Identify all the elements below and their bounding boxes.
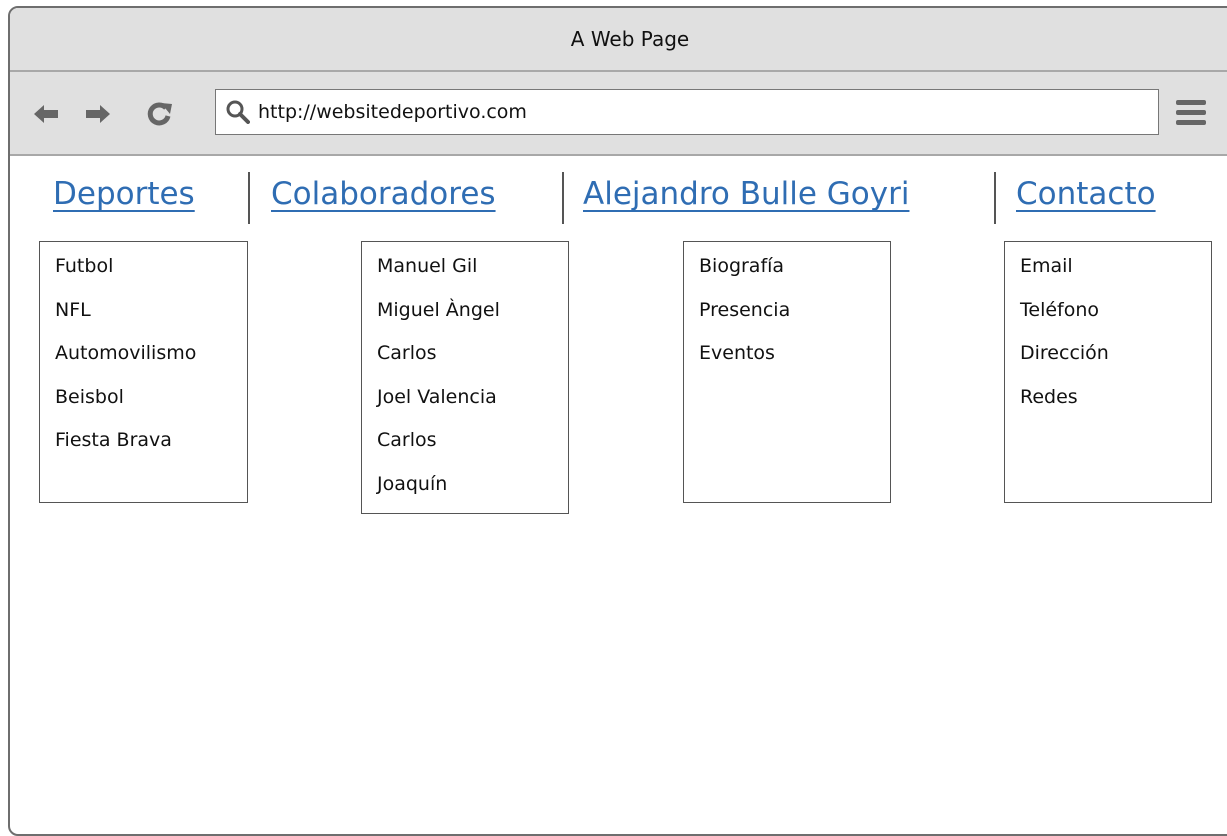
address-bar[interactable]: http://websitedeportivo.com	[215, 89, 1159, 135]
submenu-item-direccion[interactable]: Dirección	[1020, 336, 1211, 380]
url-text: http://websitedeportivo.com	[258, 101, 527, 123]
submenu-item-email[interactable]: Email	[1020, 249, 1211, 293]
browser-window: A Web Page http://websitedeportivo.com D…	[8, 6, 1227, 836]
arrow-right-icon[interactable]	[84, 101, 112, 127]
search-icon	[226, 100, 250, 124]
submenu-item-automovilismo[interactable]: Automovilismo	[55, 336, 247, 380]
submenu-item-biografia[interactable]: Biografía	[699, 249, 890, 293]
submenu-item-joaquin[interactable]: Joaquín	[377, 467, 568, 511]
nav-link-contacto[interactable]: Contacto	[1016, 176, 1156, 212]
window-title: A Web Page	[570, 27, 690, 51]
hamburger-menu-icon[interactable]	[1174, 97, 1208, 129]
submenu-deportes: Futbol NFL Automovilismo Beisbol Fiesta …	[39, 241, 248, 503]
submenu-item-beisbol[interactable]: Beisbol	[55, 380, 247, 424]
nav-separator	[994, 172, 996, 224]
arrow-left-icon[interactable]	[32, 101, 60, 127]
submenu-item-eventos[interactable]: Eventos	[699, 336, 890, 380]
submenu-contacto: Email Teléfono Dirección Redes	[1004, 241, 1212, 503]
nav-separator	[562, 172, 564, 224]
nav-link-colaboradores[interactable]: Colaboradores	[271, 176, 496, 212]
submenu-item-joel-valencia[interactable]: Joel Valencia	[377, 380, 568, 424]
submenu-item-nfl[interactable]: NFL	[55, 293, 247, 337]
submenu-item-telefono[interactable]: Teléfono	[1020, 293, 1211, 337]
submenu-item-carlos-2[interactable]: Carlos	[377, 423, 568, 467]
nav-link-alejandro-bulle-goyri[interactable]: Alejandro Bulle Goyri	[583, 176, 909, 212]
submenu-item-futbol[interactable]: Futbol	[55, 249, 247, 293]
nav-separator	[248, 172, 250, 224]
submenu-item-carlos[interactable]: Carlos	[377, 336, 568, 380]
submenu-item-manuel-gil[interactable]: Manuel Gil	[377, 249, 568, 293]
submenu-colaboradores: Manuel Gil Miguel Àngel Carlos Joel Vale…	[361, 241, 569, 514]
submenu-item-redes[interactable]: Redes	[1020, 380, 1211, 424]
reload-icon[interactable]	[146, 101, 174, 127]
submenu-item-miguel-angel[interactable]: Miguel Àngel	[377, 293, 568, 337]
page-content: Deportes Colaboradores Alejandro Bulle G…	[10, 156, 1227, 826]
submenu-alejandro-bulle-goyri: Biografía Presencia Eventos	[683, 241, 891, 503]
browser-toolbar: http://websitedeportivo.com	[10, 72, 1227, 156]
submenu-item-fiesta-brava[interactable]: Fiesta Brava	[55, 423, 247, 467]
nav-link-deportes[interactable]: Deportes	[53, 176, 195, 212]
submenu-item-presencia[interactable]: Presencia	[699, 293, 890, 337]
title-bar: A Web Page	[10, 8, 1227, 72]
